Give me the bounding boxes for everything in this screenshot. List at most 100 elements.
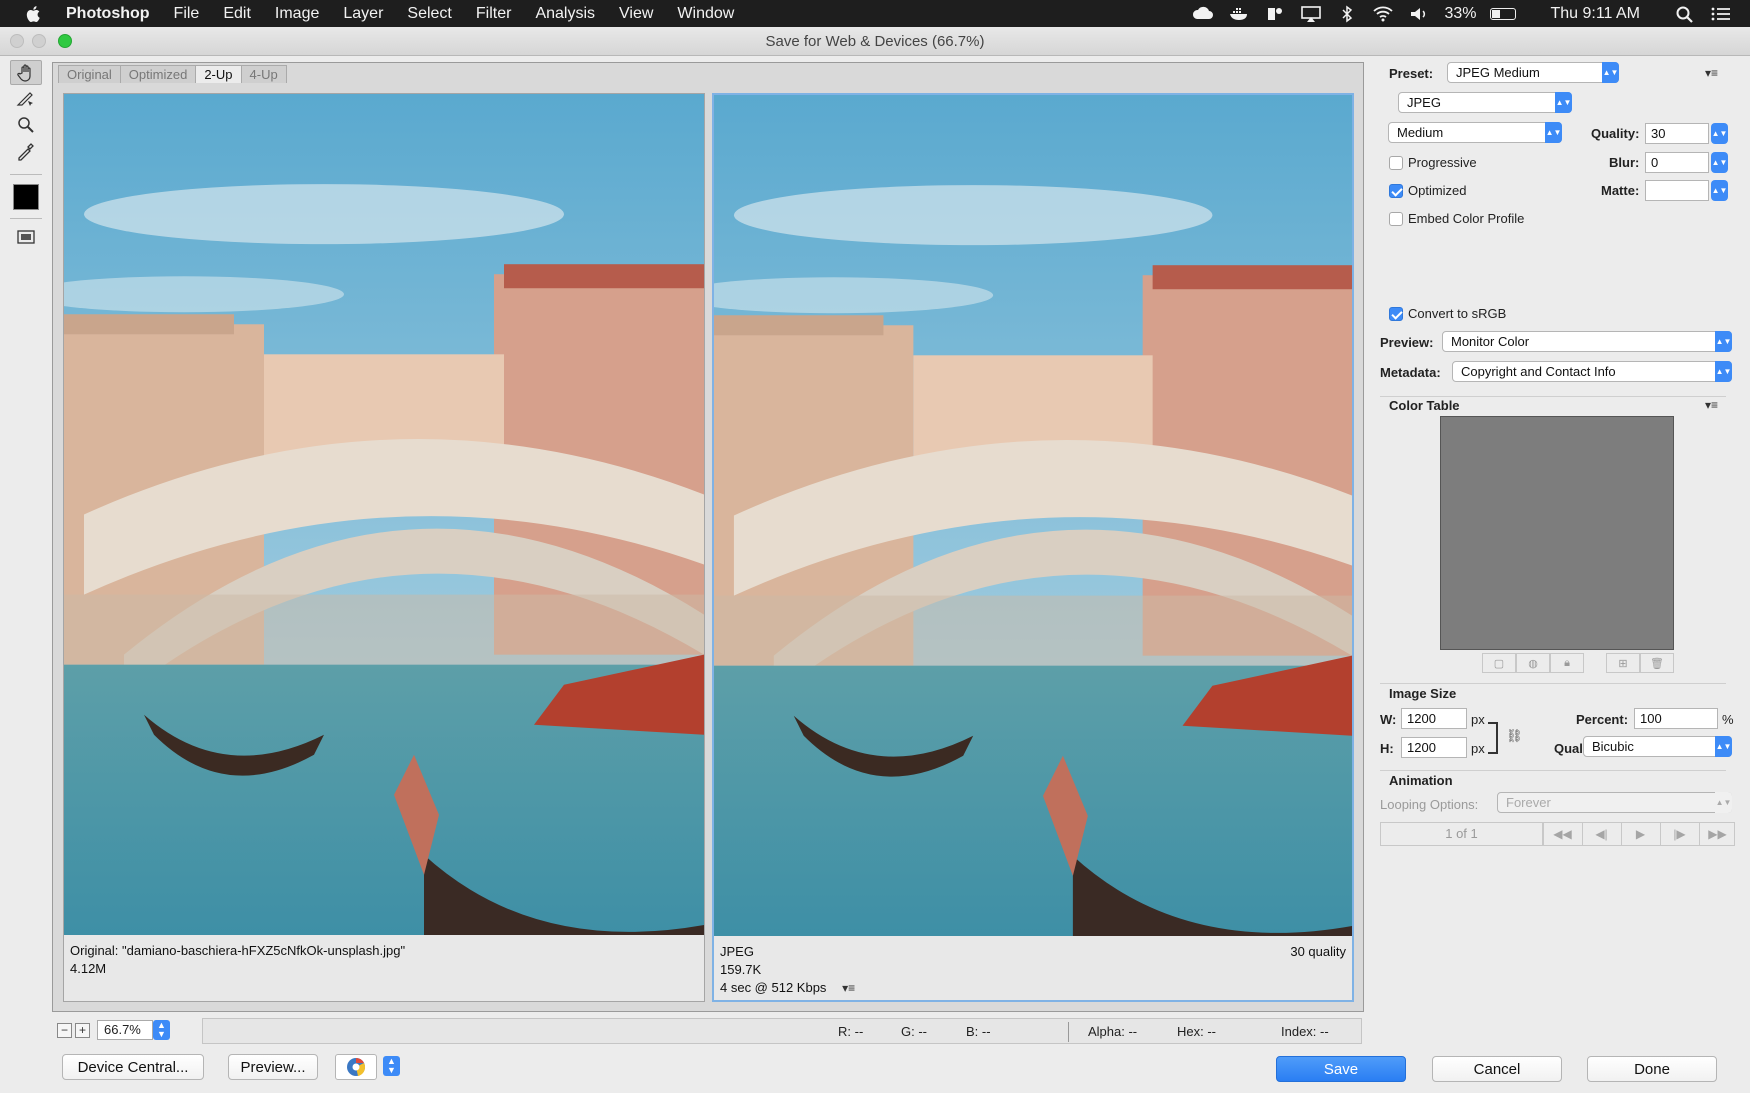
red-readout: R: -- xyxy=(838,1024,864,1039)
menu-file[interactable]: File xyxy=(174,5,200,23)
menu-select[interactable]: Select xyxy=(407,5,451,23)
notification-center-icon[interactable] xyxy=(1710,5,1732,23)
device-central-button[interactable]: Device Central... xyxy=(62,1054,204,1080)
convert-srgb-checkbox[interactable] xyxy=(1389,307,1403,321)
tool-divider xyxy=(10,174,42,175)
tab-2-up[interactable]: 2-Up xyxy=(195,65,242,83)
slice-select-icon xyxy=(16,91,33,106)
height-field[interactable]: 1200 xyxy=(1401,737,1467,758)
battery-icon[interactable] xyxy=(1490,7,1517,20)
convert-srgb-label: Convert to sRGB xyxy=(1408,306,1507,321)
first-frame-icon[interactable]: ◀◀ xyxy=(1543,823,1581,845)
color-table-controls-right: ⊞ 🗑︎ xyxy=(1606,653,1674,673)
color-table[interactable] xyxy=(1440,416,1674,650)
readout-divider xyxy=(1068,1022,1069,1042)
menu-layer[interactable]: Layer xyxy=(343,5,383,23)
width-label: W: xyxy=(1380,712,1397,727)
quality-label: Quality: xyxy=(1591,126,1640,141)
map-color-icon[interactable]: ▢ xyxy=(1482,653,1516,673)
new-color-icon[interactable]: ⊞ xyxy=(1606,653,1640,673)
metadata-select[interactable]: Copyright and Contact Info ▲▼ xyxy=(1452,361,1732,382)
menu-edit[interactable]: Edit xyxy=(223,5,251,23)
tab-original[interactable]: Original xyxy=(58,65,121,83)
file-format-stepper-icon: ▲▼ xyxy=(1555,92,1572,113)
hand-tool[interactable] xyxy=(10,60,42,85)
lock-color-icon[interactable]: 🔒︎ xyxy=(1550,653,1584,673)
previous-frame-icon[interactable]: ◀| xyxy=(1582,823,1620,845)
optimized-checkbox[interactable] xyxy=(1389,184,1403,198)
optimized-preview-pane[interactable]: JPEG 30 quality 159.7K 4 sec @ 512 Kbps … xyxy=(712,93,1354,1002)
menu-filter[interactable]: Filter xyxy=(476,5,512,23)
matte-field[interactable]: ▲▼ xyxy=(1645,180,1728,201)
compression-select[interactable]: Medium ▲▼ xyxy=(1388,122,1562,143)
zoom-level-field[interactable]: 66.7% xyxy=(97,1020,153,1040)
blur-field[interactable]: 0 ▲▼ xyxy=(1645,152,1728,173)
apple-icon[interactable] xyxy=(24,4,44,24)
menu-app-name[interactable]: Photoshop xyxy=(66,5,150,23)
original-preview-pane[interactable]: Original: "damiano-baschiera-hFXZ5cNfkOk… xyxy=(63,93,705,1002)
preview-in-browser-button[interactable] xyxy=(335,1054,377,1080)
status-bar: − + 66.7% ▲ ▼ R: -- G: -- B: -- Alpha: --… xyxy=(52,1018,1364,1046)
slice-select-tool[interactable] xyxy=(10,86,42,111)
eyedropper-color-swatch[interactable] xyxy=(13,184,39,210)
tab-4-up[interactable]: 4-Up xyxy=(240,65,287,83)
docker-icon[interactable] xyxy=(1228,5,1250,23)
bluetooth-icon[interactable] xyxy=(1336,5,1358,23)
eyedropper-tool[interactable] xyxy=(10,138,42,163)
green-readout: G: -- xyxy=(901,1024,927,1039)
compression-stepper-icon: ▲▼ xyxy=(1545,122,1562,143)
clock[interactable]: Thu 9:11 AM xyxy=(1550,5,1640,23)
optimized-label: Optimized xyxy=(1408,183,1467,198)
download-rate-menu-icon[interactable]: ▾≡ xyxy=(842,979,855,997)
percent-field[interactable]: 100 xyxy=(1634,708,1718,729)
web-shift-icon[interactable]: ◍ xyxy=(1516,653,1550,673)
delete-color-icon[interactable]: 🗑︎ xyxy=(1640,653,1674,673)
constrain-proportions-icon[interactable]: ⛓︎ xyxy=(1506,728,1523,744)
tab-optimized[interactable]: Optimized xyxy=(119,65,197,83)
cancel-button[interactable]: Cancel xyxy=(1432,1056,1562,1082)
progressive-checkbox[interactable] xyxy=(1389,156,1403,170)
quality-field[interactable]: 30 ▲▼ xyxy=(1645,123,1728,144)
play-icon[interactable]: ▶ xyxy=(1621,823,1659,845)
zoom-out-button[interactable]: − xyxy=(57,1022,72,1038)
last-frame-icon[interactable]: ▶▶ xyxy=(1699,823,1735,845)
done-button[interactable]: Done xyxy=(1587,1056,1717,1082)
airplay-icon[interactable] xyxy=(1300,5,1322,23)
venice-rialto-photo-optimized xyxy=(714,95,1352,936)
optimize-menu-icon[interactable]: ▾≡ xyxy=(1705,66,1718,80)
optimized-image[interactable] xyxy=(714,95,1352,936)
wifi-icon[interactable] xyxy=(1372,5,1394,23)
preview-select[interactable]: Monitor Color ▲▼ xyxy=(1442,331,1732,352)
zoom-in-button[interactable]: + xyxy=(75,1022,90,1038)
spotlight-search-icon[interactable] xyxy=(1674,5,1696,23)
zoom-level-stepper[interactable]: ▲ ▼ xyxy=(153,1020,170,1040)
constrain-bracket xyxy=(1488,722,1498,754)
menu-analysis[interactable]: Analysis xyxy=(535,5,595,23)
menu-window[interactable]: Window xyxy=(677,5,734,23)
color-table-menu-icon[interactable]: ▾≡ xyxy=(1705,398,1718,412)
file-format-select[interactable]: JPEG ▲▼ xyxy=(1398,92,1572,113)
looping-options-select[interactable]: Forever ▲▼ xyxy=(1497,792,1732,813)
toggle-slices-visibility-tool[interactable] xyxy=(10,224,42,249)
battery-percent[interactable]: 33% xyxy=(1444,5,1476,23)
menu-image[interactable]: Image xyxy=(275,5,319,23)
volume-icon[interactable] xyxy=(1408,5,1430,23)
preview-button[interactable]: Preview... xyxy=(228,1054,318,1080)
blur-value: 0 xyxy=(1651,155,1659,170)
browser-select-stepper[interactable]: ▲ ▼ xyxy=(383,1056,400,1076)
resample-quality-select[interactable]: Bicubic ▲▼ xyxy=(1583,736,1732,757)
width-field[interactable]: 1200 xyxy=(1401,708,1467,729)
sync-icon[interactable] xyxy=(1264,5,1286,23)
save-button[interactable]: Save xyxy=(1276,1056,1406,1082)
menu-view[interactable]: View xyxy=(619,5,653,23)
color-readout: R: -- G: -- B: -- Alpha: -- Hex: -- Inde… xyxy=(202,1018,1362,1044)
cloud-icon[interactable] xyxy=(1192,5,1214,23)
preset-select[interactable]: JPEG Medium ▲▼ xyxy=(1447,62,1619,83)
file-format-value: JPEG xyxy=(1407,95,1441,110)
zoom-tool[interactable] xyxy=(10,112,42,137)
preset-value: JPEG Medium xyxy=(1456,65,1540,80)
original-image[interactable] xyxy=(64,94,704,935)
embed-color-profile-checkbox[interactable] xyxy=(1389,212,1403,226)
looping-options-stepper-icon: ▲▼ xyxy=(1715,792,1732,813)
next-frame-icon[interactable]: |▶ xyxy=(1660,823,1698,845)
